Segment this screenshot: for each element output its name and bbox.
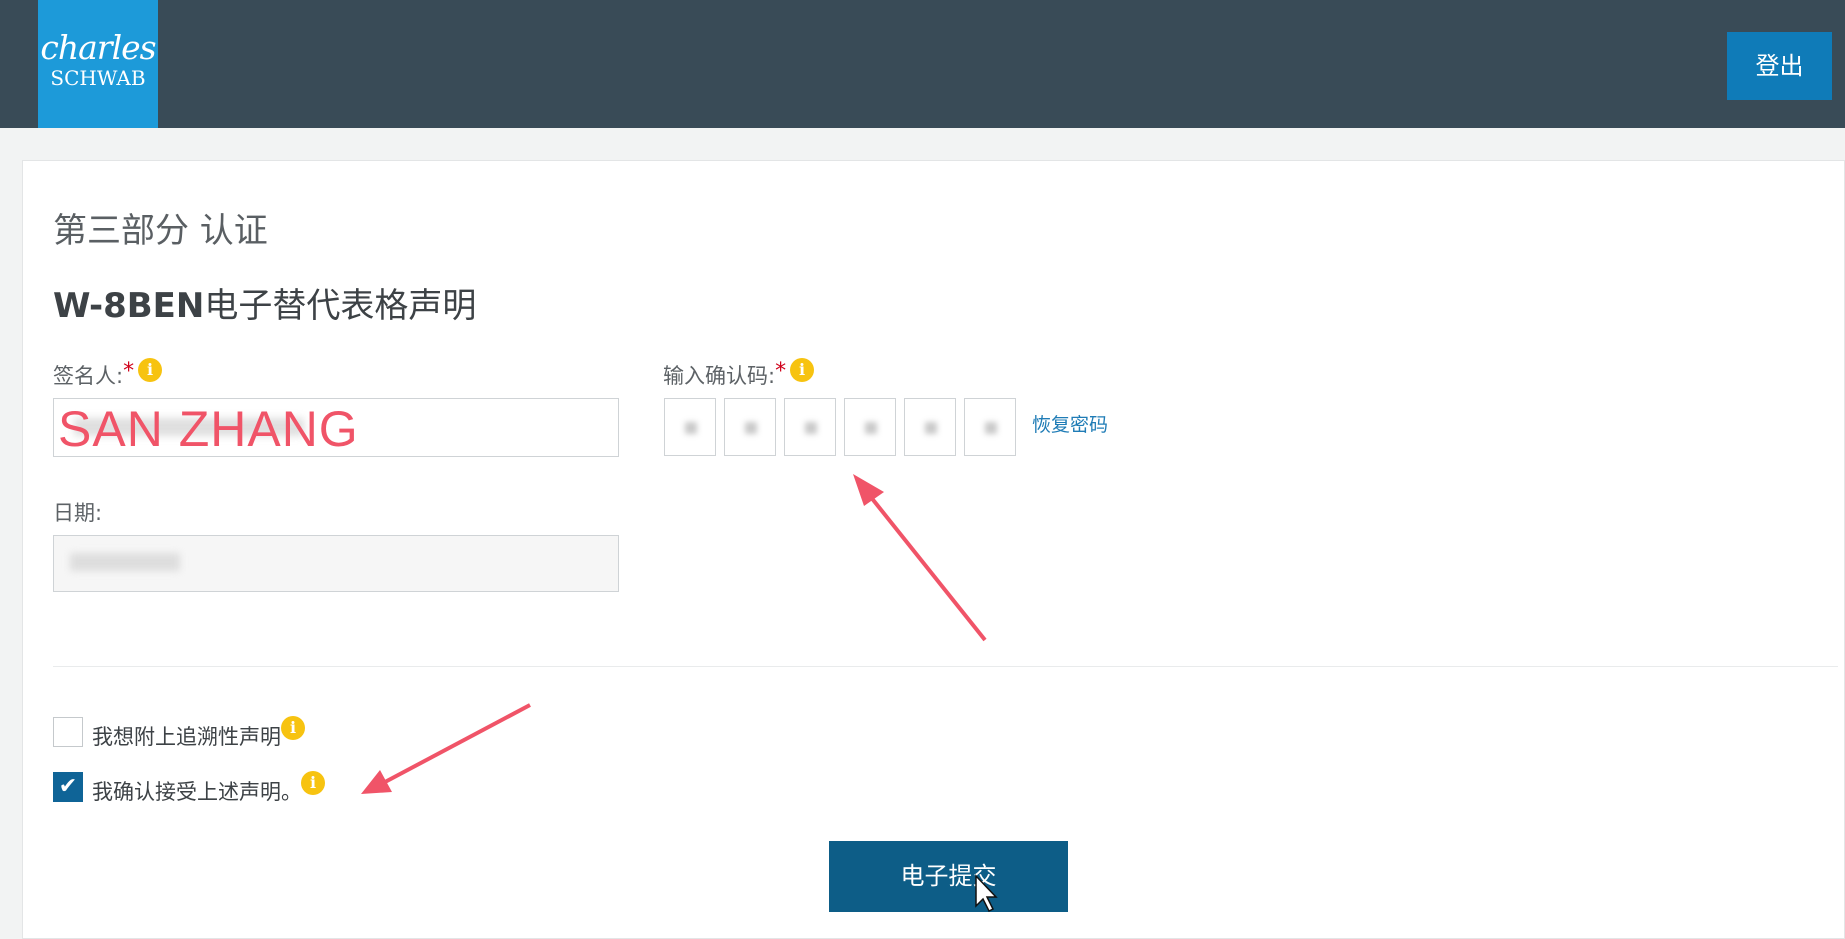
top-navigation-bar: charles SCHWAB 登出 xyxy=(0,0,1845,128)
section-title: 第三部分 认证 xyxy=(53,211,268,251)
signer-info-icon[interactable]: i xyxy=(138,358,162,382)
code-digit-input-4[interactable] xyxy=(844,398,896,456)
recover-password-link[interactable]: 恢复密码 xyxy=(1032,410,1108,437)
logout-button[interactable]: 登出 xyxy=(1727,32,1832,100)
logo-line-2: SCHWAB xyxy=(50,66,146,90)
accept-statement-label: 我确认接受上述声明。 xyxy=(92,780,302,804)
signer-label: 签名人:* xyxy=(53,359,135,388)
confirmation-code-label: 输入确认码:* xyxy=(663,359,787,388)
form-title: W-8BEN电子替代表格声明 xyxy=(53,278,476,327)
accept-info-icon[interactable]: i xyxy=(301,771,325,795)
date-label: 日期: xyxy=(53,501,103,525)
retroactive-statement-label: 我想附上追溯性声明 xyxy=(92,725,281,749)
required-asterisk: * xyxy=(123,359,135,384)
required-asterisk: * xyxy=(775,359,787,384)
section-divider xyxy=(53,666,1838,667)
retroactive-statement-checkbox[interactable] xyxy=(53,717,83,747)
code-digit-input-3[interactable] xyxy=(784,398,836,456)
form-title-code: W-8BEN xyxy=(53,286,205,326)
accept-statement-checkbox[interactable]: ✔ xyxy=(53,772,83,802)
charles-schwab-logo[interactable]: charles SCHWAB xyxy=(38,0,158,128)
code-digit-input-1[interactable] xyxy=(664,398,716,456)
form-title-text: 电子替代表格声明 xyxy=(204,286,477,326)
retroactive-info-icon[interactable]: i xyxy=(281,716,305,740)
redaction-blur xyxy=(70,553,180,571)
logo-line-1: charles xyxy=(40,28,156,67)
code-digit-input-6[interactable] xyxy=(964,398,1016,456)
signer-name-value: SAN ZHANG xyxy=(58,401,359,457)
code-digit-input-5[interactable] xyxy=(904,398,956,456)
code-digit-input-2[interactable] xyxy=(724,398,776,456)
e-submit-button[interactable]: 电子提交 xyxy=(829,841,1068,912)
confirmation-code-info-icon[interactable]: i xyxy=(790,358,814,382)
